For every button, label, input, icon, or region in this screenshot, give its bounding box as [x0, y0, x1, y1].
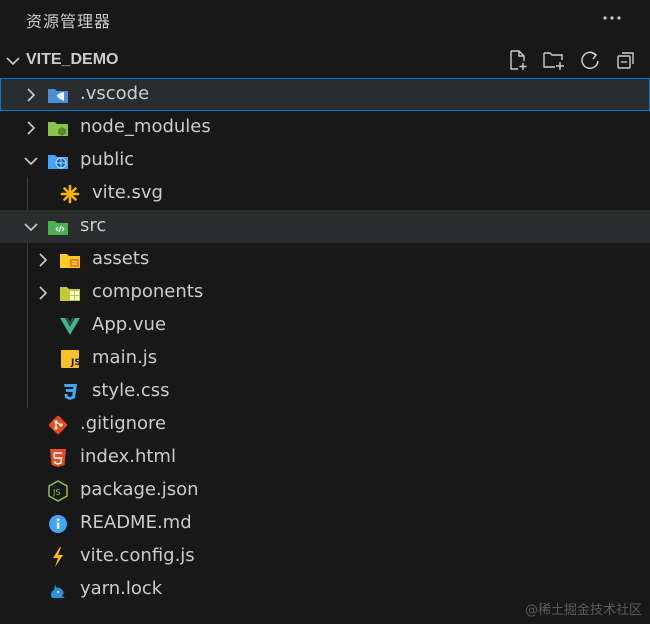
git-file-icon: [47, 415, 69, 435]
tree-item-label: vite.svg: [92, 182, 163, 203]
tree-item-label: yarn.lock: [80, 578, 163, 599]
tree-item-label: components: [92, 281, 204, 302]
tree-item-gitignore[interactable]: .gitignore: [0, 408, 650, 441]
tree-item-label: package.json: [80, 479, 199, 500]
tree-item-label: .vscode: [80, 83, 150, 104]
assets-folder-icon: [59, 250, 81, 270]
tree-item-label: App.vue: [92, 314, 167, 335]
tree-item-label: style.css: [92, 380, 170, 401]
new-file-icon[interactable]: [506, 48, 530, 72]
tree-item-src[interactable]: src: [0, 210, 650, 243]
collapse-all-icon[interactable]: [614, 48, 638, 72]
tree-item-label: main.js: [92, 347, 158, 368]
vue-file-icon: [59, 316, 81, 336]
tree-item-index-html[interactable]: index.html: [0, 441, 650, 474]
tree-item-package-json[interactable]: JS package.json: [0, 474, 650, 507]
chevron-down-icon[interactable]: [22, 152, 40, 170]
svg-text:JS: JS: [52, 488, 60, 497]
tree-item-label: vite.config.js: [80, 545, 195, 566]
vite-lightning-icon: [47, 547, 69, 567]
tree-item-label: assets: [92, 248, 150, 269]
tree-item-node-modules[interactable]: node_modules: [0, 111, 650, 144]
explorer-actions: [506, 48, 638, 72]
tree-item-label: index.html: [80, 446, 176, 467]
chevron-down-icon[interactable]: [4, 52, 22, 70]
tree-item-app-vue[interactable]: App.vue: [0, 309, 650, 342]
watermark: @稀土掘金技术社区: [524, 603, 642, 618]
tree-item-label: node_modules: [80, 116, 211, 137]
new-folder-icon[interactable]: [542, 48, 566, 72]
public-folder-open-icon: [47, 151, 69, 171]
tree-item-public[interactable]: public: [0, 144, 650, 177]
chevron-right-icon[interactable]: [22, 86, 40, 104]
svg-text:JS: JS: [70, 358, 80, 368]
ellipsis-icon[interactable]: [600, 6, 624, 30]
tree-item-label: .gitignore: [80, 413, 167, 434]
vscode-folder-icon: [47, 85, 69, 105]
javascript-file-icon: JS: [59, 349, 81, 369]
yarn-cat-icon: [47, 580, 69, 600]
tree-item-readme[interactable]: README.md: [0, 507, 650, 540]
tree-item-label: README.md: [80, 512, 192, 533]
explorer-titlebar: 资源管理器: [0, 0, 650, 38]
tree-item-assets[interactable]: assets: [0, 243, 650, 276]
chevron-right-icon[interactable]: [22, 119, 40, 137]
tree-item-label: src: [80, 215, 107, 236]
components-folder-icon: [59, 283, 81, 303]
info-icon: [47, 514, 69, 534]
tree-item-main-js[interactable]: JS main.js: [0, 342, 650, 375]
tree-item-vscode[interactable]: .vscode: [0, 78, 650, 111]
tree-item-components[interactable]: components: [0, 276, 650, 309]
src-folder-open-icon: [47, 217, 69, 237]
chevron-down-icon[interactable]: [22, 218, 40, 236]
chevron-right-icon[interactable]: [34, 251, 52, 269]
project-section-header[interactable]: VITE_DEMO: [0, 44, 650, 77]
tree-item-style-css[interactable]: style.css: [0, 375, 650, 408]
chevron-right-icon[interactable]: [34, 284, 52, 302]
tree-item-vite-config[interactable]: vite.config.js: [0, 540, 650, 573]
nodejs-file-icon: JS: [47, 480, 69, 502]
tree-item-vite-svg[interactable]: vite.svg: [0, 177, 650, 210]
css-file-icon: [59, 382, 81, 402]
explorer-title: 资源管理器: [26, 12, 112, 31]
tree-item-label: public: [80, 149, 135, 170]
refresh-icon[interactable]: [578, 48, 602, 72]
node-folder-icon: [47, 118, 69, 138]
project-name: VITE_DEMO: [26, 51, 119, 68]
html-file-icon: [47, 448, 69, 468]
svg-file-icon: [59, 184, 81, 204]
